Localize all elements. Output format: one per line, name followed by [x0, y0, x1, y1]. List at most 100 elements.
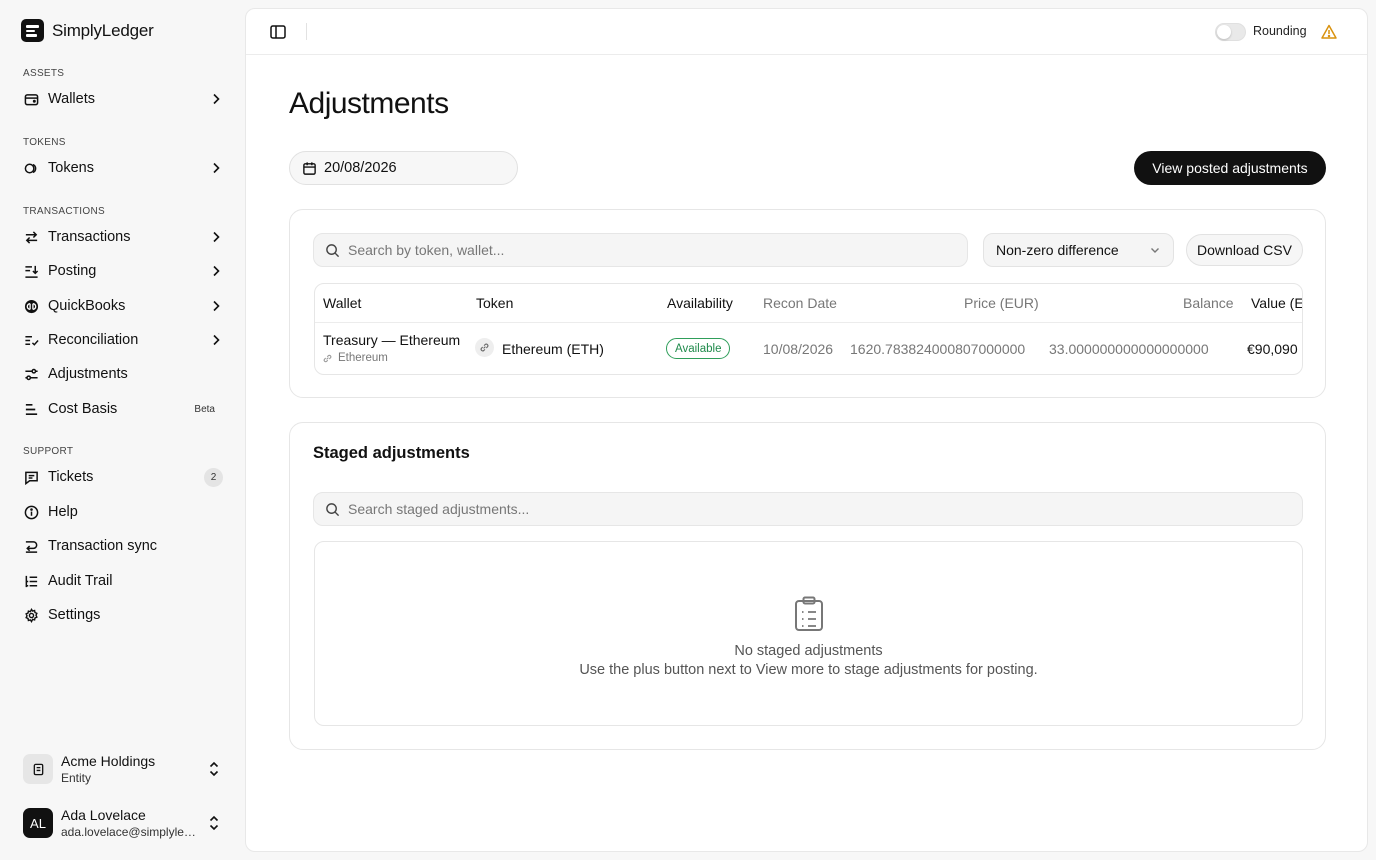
- avatar: AL: [23, 808, 53, 838]
- sidebar-item-label: Transaction sync: [48, 538, 158, 554]
- nav-section-assets: ASSETS: [23, 68, 65, 79]
- sidebar-item-label: Adjustments: [48, 366, 128, 382]
- balances-card: Non-zero difference Download CSV Wallet …: [289, 209, 1326, 398]
- sidebar-item-wallets[interactable]: Wallets: [23, 85, 223, 113]
- price-value: 1620.783824000807000000: [850, 341, 1026, 357]
- sidebar-item-label: Reconciliation: [48, 332, 139, 348]
- sidebar: SimplyLedger ASSETS Wallets TOKENS Token…: [0, 0, 244, 860]
- list-check-icon: [23, 332, 39, 348]
- sidebar-item-label: Tickets: [48, 469, 94, 485]
- sidebar-toggle-icon[interactable]: [269, 23, 287, 41]
- balances-search-input[interactable]: [348, 242, 926, 258]
- beta-badge: Beta: [194, 403, 215, 415]
- chevron-right-icon: [213, 300, 220, 312]
- date-value: 20/08/2026: [324, 160, 397, 176]
- nav-section-support: SUPPORT: [23, 446, 74, 457]
- search-icon: [326, 502, 340, 516]
- sidebar-item-tickets[interactable]: Tickets 2: [23, 463, 223, 491]
- difference-filter-value: Non-zero difference: [996, 242, 1119, 258]
- sidebar-item-label: Posting: [48, 263, 97, 279]
- staged-search[interactable]: [313, 492, 1303, 526]
- arrows-swap-icon: [23, 229, 39, 245]
- sidebar-item-audit-trail[interactable]: Audit Trail: [23, 567, 223, 595]
- sidebar-item-label: Settings: [48, 607, 101, 623]
- view-posted-adjustments-button[interactable]: View posted adjustments: [1134, 151, 1326, 185]
- sidebar-item-quickbooks[interactable]: QuickBooks: [23, 292, 223, 320]
- chevrons-up-down-icon: [209, 761, 219, 777]
- column-header-token[interactable]: Token: [476, 284, 513, 322]
- quickbooks-icon: [23, 298, 39, 314]
- chevron-right-icon: [213, 334, 220, 346]
- download-csv-button[interactable]: Download CSV: [1186, 234, 1303, 266]
- bars-icon: [23, 401, 39, 417]
- nav-section-tokens: TOKENS: [23, 137, 66, 148]
- user-menu[interactable]: AL Ada Lovelace ada.lovelace@simplyledge…: [23, 806, 223, 840]
- page-title: Adjustments: [289, 87, 449, 120]
- sidebar-item-label: QuickBooks: [48, 298, 126, 314]
- chevron-right-icon: [213, 93, 220, 105]
- balances-table: Wallet Token Availability Recon Date Pri…: [314, 283, 1303, 375]
- topbar-divider: [306, 23, 307, 40]
- calendar-icon: [303, 161, 316, 175]
- date-picker[interactable]: 20/08/2026: [289, 151, 518, 185]
- token-link-icon: [475, 338, 494, 357]
- coins-icon: [23, 160, 39, 176]
- table-header-divider: [315, 322, 1302, 323]
- staged-adjustments-card: Staged adjustments No staged adjustments…: [289, 422, 1326, 750]
- tickets-count-badge: 2: [204, 467, 223, 487]
- empty-state-description: Use the plus button next to View more to…: [579, 662, 1038, 678]
- column-header-recon-date[interactable]: Recon Date: [763, 284, 837, 322]
- staged-adjustments-title: Staged adjustments: [313, 444, 470, 462]
- wallet-network: Ethereum: [338, 352, 388, 364]
- brand[interactable]: SimplyLedger: [21, 19, 154, 42]
- sidebar-item-adjustments[interactable]: Adjustments: [23, 360, 223, 388]
- sidebar-item-reconciliation[interactable]: Reconciliation: [23, 326, 223, 354]
- eur-value: €90,090: [1247, 341, 1298, 357]
- sidebar-item-settings[interactable]: Settings: [23, 601, 223, 629]
- sidebar-item-label: Tokens: [48, 160, 94, 176]
- wallet-name: Treasury — Ethereum: [323, 332, 461, 348]
- chevrons-up-down-icon: [209, 815, 219, 831]
- building-icon: [23, 754, 53, 784]
- sidebar-item-posting[interactable]: Posting: [23, 257, 223, 285]
- column-header-price[interactable]: Price (EUR): [964, 284, 1039, 322]
- token-name: Ethereum (ETH): [502, 341, 604, 357]
- chevron-right-icon: [213, 231, 220, 243]
- sidebar-item-cost-basis[interactable]: Cost Basis Beta: [23, 395, 223, 423]
- sidebar-item-label: Cost Basis: [48, 401, 118, 417]
- user-name: Ada Lovelace: [61, 807, 146, 823]
- gear-icon: [23, 607, 39, 623]
- brand-logo-icon: [21, 19, 44, 42]
- sidebar-item-help[interactable]: Help: [23, 498, 223, 526]
- sidebar-item-label: Wallets: [48, 91, 95, 107]
- column-header-availability[interactable]: Availability: [667, 284, 733, 322]
- chevron-right-icon: [213, 265, 220, 277]
- difference-filter-select[interactable]: Non-zero difference: [983, 233, 1174, 267]
- sidebar-item-label: Transactions: [48, 229, 131, 245]
- nav-section-transactions: TRANSACTIONS: [23, 206, 105, 217]
- sidebar-item-label: Audit Trail: [48, 573, 113, 589]
- rounding-label: Rounding: [1253, 24, 1307, 38]
- sidebar-item-transactions[interactable]: Transactions: [23, 223, 223, 251]
- chevron-down-icon: [1151, 248, 1159, 253]
- staged-empty-state: No staged adjustments Use the plus butto…: [314, 541, 1303, 726]
- balances-search[interactable]: [313, 233, 968, 267]
- link-icon: [323, 354, 332, 362]
- column-header-wallet[interactable]: Wallet: [323, 284, 361, 322]
- user-email: ada.lovelace@simplyledger.com: [61, 825, 199, 839]
- staged-search-input[interactable]: [348, 501, 1228, 517]
- sliders-icon: [23, 366, 39, 382]
- topbar: Rounding: [246, 9, 1367, 55]
- sync-arrow-icon: [23, 538, 39, 554]
- sidebar-item-tokens[interactable]: Tokens: [23, 154, 223, 182]
- entity-type: Entity: [61, 771, 92, 785]
- search-icon: [326, 243, 340, 257]
- warning-icon[interactable]: [1320, 23, 1338, 41]
- entity-switcher[interactable]: Acme Holdings Entity: [23, 752, 223, 786]
- column-header-value[interactable]: Value (EUR): [1251, 284, 1302, 322]
- rounding-toggle[interactable]: [1215, 23, 1246, 41]
- sidebar-item-transaction-sync[interactable]: Transaction sync: [23, 532, 223, 560]
- list-tree-icon: [23, 573, 39, 589]
- sidebar-item-label: Help: [48, 504, 78, 520]
- column-header-balance[interactable]: Balance: [1183, 284, 1234, 322]
